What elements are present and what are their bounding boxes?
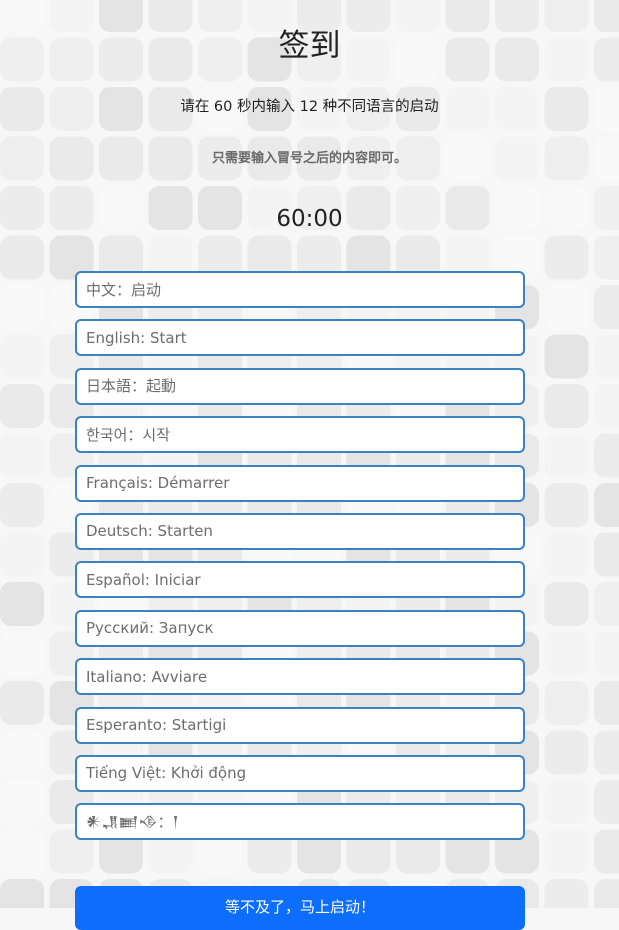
hint-text: 只需要输入冒号之后的内容即可。 — [211, 151, 407, 166]
input-russian[interactable] — [75, 609, 525, 647]
page-title: 签到 — [278, 28, 341, 64]
input-german[interactable] — [75, 512, 525, 550]
start-now-button[interactable]: 等不及了，马上启动！ — [75, 886, 525, 930]
input-chinese[interactable] — [75, 271, 525, 308]
countdown-timer: 60:00 — [276, 206, 343, 232]
input-esperanto[interactable] — [75, 706, 525, 744]
input-japanese[interactable] — [75, 367, 525, 405]
input-korean[interactable] — [75, 416, 525, 454]
input-cuneiform[interactable] — [75, 803, 525, 841]
input-vietnamese[interactable] — [75, 754, 525, 792]
checkin-page: 签到 请在 60 秒内输入 12 种不同语言的启动 只需要输入冒号之后的内容即可… — [0, 0, 619, 930]
instruction-text: 请在 60 秒内输入 12 种不同语言的启动 — [180, 99, 439, 115]
input-english[interactable] — [75, 319, 525, 357]
input-spanish[interactable] — [75, 561, 525, 599]
input-italian[interactable] — [75, 658, 525, 696]
language-input-list — [75, 271, 525, 852]
input-french[interactable] — [75, 464, 525, 502]
